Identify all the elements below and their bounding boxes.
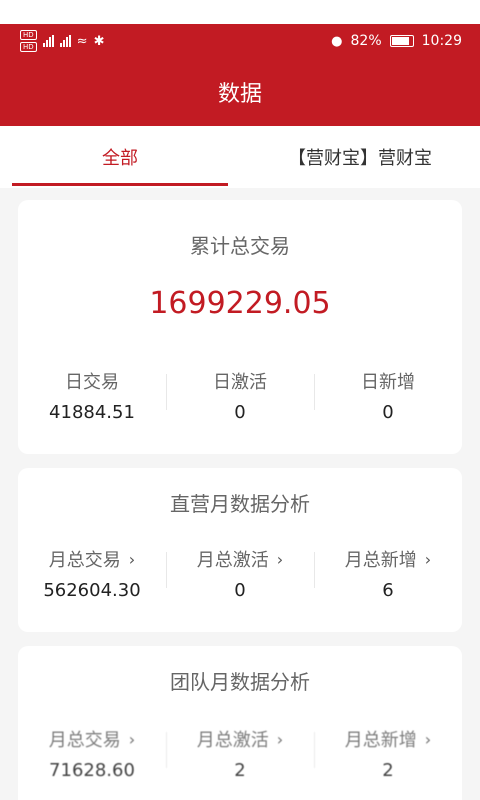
location-icon: ● [331, 33, 343, 49]
direct-monthly-title: 直营月数据分析 [170, 492, 310, 516]
stat-label: 月总交易 › [48, 729, 136, 752]
tab-all[interactable]: 全部 [0, 126, 240, 188]
battery-percent: 82% [350, 33, 382, 49]
status-icons-left: HD HD ≈ ✱ [20, 30, 104, 52]
signal-icon [42, 35, 54, 47]
stat-label: 月总新增 › [344, 549, 432, 572]
tab-yingcaibao[interactable]: 【营财宝】营财宝 [240, 126, 480, 188]
battery-icon [389, 35, 414, 47]
wifi-icon: ≈ [76, 33, 88, 49]
stat-label: 月总新增 › [344, 729, 432, 752]
daily-trade-stat: 日交易 41884.51 [18, 368, 166, 423]
chevron-right-icon: › [424, 549, 432, 569]
page-header: 数据 [0, 58, 480, 126]
tab-bar: 全部 【营财宝】营财宝 [0, 126, 480, 188]
team-monthly-title: 团队月数据分析 [170, 670, 310, 694]
hd-icon: HD HD [20, 30, 37, 52]
total-trade-title: 累计总交易 [190, 234, 290, 258]
total-trade-card: 累计总交易 1699229.05 日交易 41884.51 日激活 0 日新增 … [18, 200, 462, 454]
stat-value: 41884.51 [49, 402, 135, 423]
chevron-right-icon: › [128, 729, 136, 749]
daily-new-stat: 日新增 0 [314, 368, 462, 423]
chevron-right-icon: › [276, 729, 284, 749]
chevron-right-icon: › [424, 729, 432, 749]
page-title: 数据 [217, 82, 262, 107]
bluetooth-icon: ✱ [93, 33, 105, 49]
stat-label: 月总交易 › [48, 549, 136, 572]
stat-value: 6 [382, 580, 394, 601]
stat-value: 0 [234, 580, 246, 601]
team-month-trade-stat[interactable]: 月总交易 › 71628.60 [18, 726, 166, 782]
team-month-activation-stat[interactable]: 月总激活 › 2 [166, 726, 314, 781]
stat-value: 71628.60 [49, 760, 135, 781]
chevron-right-icon: › [128, 549, 136, 569]
stat-value: 0 [382, 402, 394, 423]
stat-label: 月总激活 › [196, 549, 284, 572]
team-stats-row: 月总交易 › 71628.60 月总激活 › 2 月总新增 › 2 [18, 726, 462, 782]
direct-stats-row: 月总交易 › 562604.30 月总激活 › 0 月总新增 › 6 [18, 546, 462, 602]
stat-label: 日新增 [361, 372, 415, 393]
chevron-right-icon: › [276, 549, 284, 569]
daily-activation-stat: 日激活 0 [166, 368, 314, 423]
stat-value: 2 [382, 760, 394, 781]
stat-value: 562604.30 [43, 580, 141, 601]
stat-value: 2 [234, 760, 246, 781]
signal-icon-2 [59, 35, 71, 47]
daily-stats-row: 日交易 41884.51 日激活 0 日新增 0 [18, 368, 462, 423]
top-spacer [0, 0, 480, 24]
stat-label: 日交易 [65, 372, 119, 393]
clock: 10:29 [421, 33, 462, 49]
direct-monthly-card: 直营月数据分析 月总交易 › 562604.30 月总激活 › 0 月总新增 › 6 [18, 468, 462, 632]
status-bar: HD HD ≈ ✱ ● 82% 10:29 [0, 24, 480, 58]
direct-month-activation-stat[interactable]: 月总激活 › 0 [166, 546, 314, 601]
stat-label: 日激活 [213, 372, 267, 393]
direct-month-new-stat[interactable]: 月总新增 › 6 [314, 546, 462, 601]
stat-label: 月总激活 › [196, 729, 284, 752]
stat-value: 0 [234, 402, 246, 423]
status-icons-right: ● 82% 10:29 [331, 33, 462, 49]
direct-month-trade-stat[interactable]: 月总交易 › 562604.30 [18, 546, 166, 602]
team-monthly-card: 团队月数据分析 月总交易 › 71628.60 月总激活 › 2 月总新增 › 2 [18, 646, 462, 800]
team-month-new-stat[interactable]: 月总新增 › 2 [314, 726, 462, 781]
total-trade-amount: 1699229.05 [149, 286, 331, 321]
